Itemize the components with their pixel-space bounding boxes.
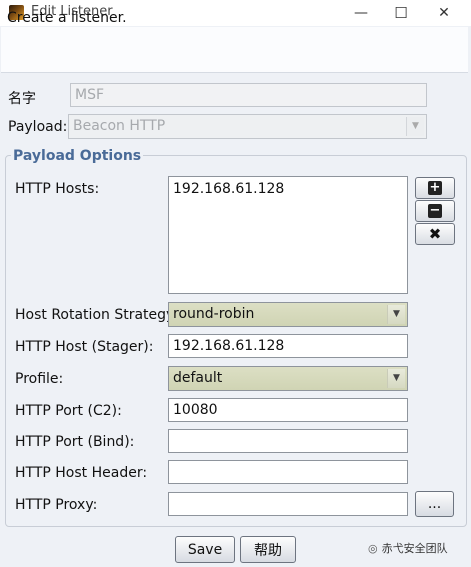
http-host-stager-field[interactable]: 192.168.61.128 xyxy=(168,334,408,358)
http-port-bind-field[interactable] xyxy=(168,429,408,453)
http-port-bind-label: HTTP Port (Bind): xyxy=(15,434,135,450)
watermark-text: 赤弋安全团队 xyxy=(381,542,448,555)
save-button[interactable]: Save xyxy=(175,536,235,563)
profile-value: default xyxy=(173,370,223,386)
list-item[interactable]: 192.168.61.128 xyxy=(173,181,403,197)
name-field[interactable]: MSF xyxy=(70,83,427,107)
x-icon: ✖ xyxy=(428,225,442,243)
name-label: 名字 xyxy=(8,91,36,107)
payload-select[interactable]: Beacon HTTP ▼ xyxy=(68,114,427,139)
description-panel xyxy=(1,27,468,73)
close-button[interactable]: ✕ xyxy=(424,0,464,26)
host-rotation-select[interactable]: round-robin ▼ xyxy=(168,302,408,327)
profile-label: Profile: xyxy=(15,371,64,387)
remove-host-button[interactable]: − xyxy=(415,200,455,222)
minimize-icon: — xyxy=(354,5,368,21)
http-hosts-label: HTTP Hosts: xyxy=(15,181,100,197)
description-text: Create a listener. xyxy=(7,10,127,26)
clear-hosts-button[interactable]: ✖ xyxy=(415,223,455,245)
close-icon: ✕ xyxy=(438,5,450,21)
http-proxy-field[interactable] xyxy=(168,492,408,516)
profile-select[interactable]: default ▼ xyxy=(168,366,408,391)
help-button-label: 帮助 xyxy=(254,542,282,559)
plus-icon: + xyxy=(428,180,442,195)
minimize-button[interactable]: — xyxy=(341,0,381,26)
http-port-c2-label: HTTP Port (C2): xyxy=(15,403,122,419)
payload-options-title: Payload Options xyxy=(11,148,144,164)
maximize-button[interactable]: ☐ xyxy=(381,0,421,26)
wechat-icon: ◎ xyxy=(368,541,378,555)
http-proxy-label: HTTP Proxy: xyxy=(15,497,98,513)
http-hosts-list[interactable]: 192.168.61.128 xyxy=(168,176,408,294)
host-rotation-label: Host Rotation Strategy: xyxy=(15,307,179,323)
payload-label: Payload: xyxy=(8,119,68,135)
http-host-header-label: HTTP Host Header: xyxy=(15,465,148,481)
save-button-label: Save xyxy=(187,541,223,558)
proxy-browse-button[interactable]: ... xyxy=(415,491,454,517)
add-host-button[interactable]: + xyxy=(415,177,455,199)
chevron-down-icon: ▼ xyxy=(406,117,424,136)
http-host-header-field[interactable] xyxy=(168,460,408,484)
http-port-c2-field[interactable]: 10080 xyxy=(168,398,408,422)
host-rotation-value: round-robin xyxy=(173,306,255,322)
http-host-stager-label: HTTP Host (Stager): xyxy=(15,339,154,355)
chevron-down-icon: ▼ xyxy=(387,369,405,388)
payload-select-value: Beacon HTTP xyxy=(73,118,166,134)
help-button[interactable]: 帮助 xyxy=(240,536,296,563)
watermark: ◎ 赤弋安全团队 xyxy=(368,540,448,556)
minus-icon: − xyxy=(428,203,442,218)
chevron-down-icon: ▼ xyxy=(387,305,405,324)
proxy-browse-label: ... xyxy=(427,496,442,512)
maximize-icon: ☐ xyxy=(394,4,408,22)
